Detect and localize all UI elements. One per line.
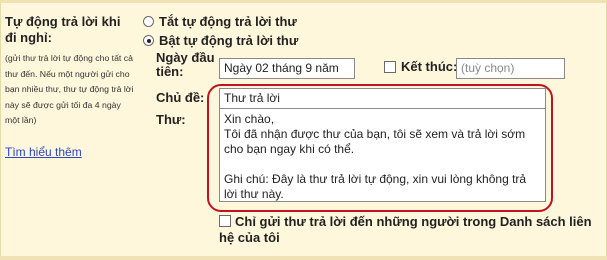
end-date-label: Kết thúc:	[401, 59, 458, 74]
end-date-input[interactable]: (tuỳ chọn)	[456, 58, 565, 79]
auto-reply-on-option[interactable]: Bật tự động trả lời thư	[143, 33, 298, 48]
section-title: Tự động trả lời khi đi nghỉ:	[5, 14, 121, 45]
subject-label: Chủ đề:	[156, 90, 205, 105]
end-date-group: Kết thúc:	[384, 59, 457, 74]
auto-reply-off-label: Tắt tự động trả lời thư	[159, 14, 297, 29]
start-date-input[interactable]: Ngày 02 tháng 9 năm	[219, 58, 355, 79]
bottom-divider	[0, 256, 607, 260]
contacts-only-checkbox[interactable]	[219, 215, 231, 227]
top-divider	[0, 0, 607, 3]
learn-more-link[interactable]: Tìm hiểu thêm	[5, 145, 82, 159]
subject-input[interactable]: Thư trả lời	[219, 88, 546, 109]
auto-reply-off-option[interactable]: Tắt tự động trả lời thư	[143, 14, 297, 29]
radio-on[interactable]	[143, 35, 154, 46]
contacts-only-label: Chỉ gửi thư trả lời đến những người tron…	[219, 214, 592, 245]
auto-reply-on-label: Bật tự động trả lời thư	[159, 33, 299, 48]
message-label: Thư:	[156, 112, 186, 127]
radio-off[interactable]	[143, 16, 154, 27]
start-date-label: Ngày đầu tiên:	[156, 50, 215, 79]
section-help-text: (gửi thư trả lời tự động cho tất cả thư …	[5, 53, 134, 125]
contacts-only-option[interactable]: Chỉ gửi thư trả lời đến những người tron…	[219, 214, 599, 246]
message-textarea[interactable]: Xin chào, Tôi đã nhận được thư của bạn, …	[219, 108, 546, 202]
end-date-checkbox[interactable]	[384, 60, 396, 73]
